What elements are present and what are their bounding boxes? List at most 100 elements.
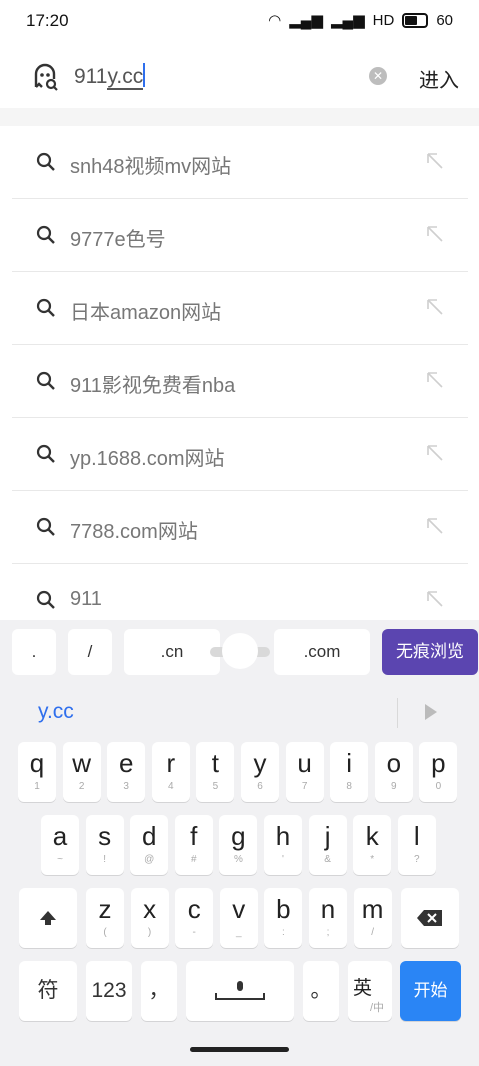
quick-dot-key[interactable]: .: [12, 629, 56, 675]
key-w[interactable]: w2: [62, 742, 101, 802]
key-letter: f: [190, 821, 198, 851]
clear-icon[interactable]: ✕: [369, 67, 387, 85]
language-key-main: 英: [353, 978, 373, 999]
suggestion-text: 911: [70, 588, 102, 610]
key-s[interactable]: s!: [85, 815, 124, 875]
symbols-key[interactable]: 符: [19, 961, 77, 1021]
battery-level: 60: [436, 11, 453, 29]
key-symbol: _: [236, 927, 242, 938]
search-icon: [36, 371, 55, 390]
suggestion-item[interactable]: 7788.com网站: [12, 491, 468, 564]
search-input[interactable]: 911y.cc: [74, 63, 146, 90]
fill-arrow-icon[interactable]: [424, 296, 446, 318]
suggestion-text: 7788.com网站: [70, 521, 198, 543]
key-h[interactable]: h ': [264, 815, 302, 875]
search-icon: [36, 152, 55, 171]
key-o[interactable]: o9: [374, 742, 413, 802]
key-q[interactable]: q1: [18, 742, 56, 802]
key-letter: g: [231, 821, 246, 851]
key-m[interactable]: m /: [353, 888, 392, 948]
home-indicator[interactable]: [190, 1047, 289, 1052]
key-symbol: 7: [301, 781, 308, 792]
expand-candidates-icon[interactable]: [425, 704, 437, 720]
key-letter: j: [324, 821, 331, 851]
key-symbol: ': [282, 854, 284, 865]
key-v[interactable]: v _: [219, 888, 258, 948]
key-x[interactable]: x): [130, 888, 169, 948]
numbers-key[interactable]: 123: [86, 961, 132, 1021]
shift-key[interactable]: [19, 888, 77, 948]
quick-cn-key[interactable]: .cn: [124, 629, 220, 675]
incognito-button[interactable]: 无痕浏览: [382, 629, 478, 675]
key-letter: d: [141, 821, 157, 851]
fill-arrow-icon[interactable]: [424, 442, 446, 464]
candidate-divider: [397, 698, 398, 728]
key-letter: n: [320, 894, 336, 924]
key-r[interactable]: r4: [151, 742, 190, 802]
search-bar: 911y.cc ✕ 进入: [0, 42, 479, 108]
key-j[interactable]: j &: [308, 815, 347, 875]
drag-handle[interactable]: [222, 633, 258, 669]
key-letter: p: [431, 748, 446, 778]
suggestion-text: 日本amazon网站: [70, 302, 222, 324]
quick-slash-key[interactable]: /: [68, 629, 112, 675]
key-a[interactable]: a ~: [41, 815, 79, 875]
key-symbol: (: [103, 927, 107, 938]
key-t[interactable]: t5: [196, 742, 235, 802]
key-symbol: %: [233, 854, 243, 865]
fill-arrow-icon[interactable]: [424, 588, 446, 610]
signal-icon: ▂▄▆: [289, 12, 323, 29]
shift-icon: [40, 911, 56, 926]
backspace-key[interactable]: [401, 888, 459, 948]
enter-button[interactable]: 进入: [419, 64, 459, 93]
suggestion-item[interactable]: 日本amazon网站: [12, 272, 468, 345]
period-key[interactable]: 。: [303, 961, 339, 1021]
fill-arrow-icon[interactable]: [424, 223, 446, 245]
key-letter: c: [187, 894, 201, 924]
suggestion-item[interactable]: yp.1688.com网站: [12, 418, 468, 491]
signal-icon-2: ▂▄▆: [330, 12, 365, 29]
divider-band: [0, 108, 479, 126]
search-icon: [36, 298, 55, 317]
fill-arrow-icon[interactable]: [424, 150, 446, 172]
key-letter: i: [346, 748, 353, 778]
suggestion-item[interactable]: 9777e色号: [12, 199, 468, 272]
quick-com-key[interactable]: .com: [274, 629, 370, 675]
key-letter: b: [276, 894, 291, 924]
key-y[interactable]: y6: [241, 742, 279, 802]
battery-icon: [402, 12, 429, 28]
suggestion-item[interactable]: snh48视频mv网站: [12, 126, 468, 199]
keyboard: . / .cn .com 无痕浏览 y.cc q1w2e3r4t5y6u7i8o…: [0, 620, 479, 1066]
comma-key[interactable]: ，: [141, 961, 177, 1021]
key-e[interactable]: e3: [107, 742, 146, 802]
key-f[interactable]: f #: [174, 815, 213, 875]
status-time: 17:20: [26, 11, 69, 30]
key-i[interactable]: i8: [330, 742, 369, 802]
status-bar: 17:20 ◠ ▂▄▆ ▂▄▆ HD 60: [0, 0, 479, 42]
key-c[interactable]: c-: [175, 888, 214, 948]
language-key[interactable]: 英 /中: [348, 961, 392, 1021]
start-button[interactable]: 开始: [400, 961, 461, 1021]
key-letter: m: [361, 894, 384, 924]
key-letter: t: [211, 748, 219, 778]
key-p[interactable]: p0: [419, 742, 458, 802]
key-z[interactable]: z(: [86, 888, 124, 948]
key-symbol: 8: [346, 781, 352, 792]
suggestion-item[interactable]: 911影视免费看nba: [12, 345, 468, 418]
ghost-search-icon[interactable]: [30, 62, 60, 92]
fill-arrow-icon[interactable]: [424, 515, 446, 537]
candidate-word[interactable]: y.cc: [38, 700, 74, 724]
key-l[interactable]: l?: [397, 815, 436, 875]
fill-arrow-icon[interactable]: [424, 369, 446, 391]
key-symbol: 2: [78, 781, 85, 792]
key-d[interactable]: d @: [130, 815, 169, 875]
key-letter: o: [386, 748, 402, 778]
key-u[interactable]: u7: [285, 742, 324, 802]
key-symbol: -: [192, 927, 196, 938]
key-symbol: :: [282, 927, 285, 938]
space-key[interactable]: [186, 961, 294, 1021]
key-k[interactable]: k *: [353, 815, 392, 875]
key-b[interactable]: b:: [264, 888, 303, 948]
key-g[interactable]: g%: [219, 815, 258, 875]
key-n[interactable]: n;: [309, 888, 347, 948]
